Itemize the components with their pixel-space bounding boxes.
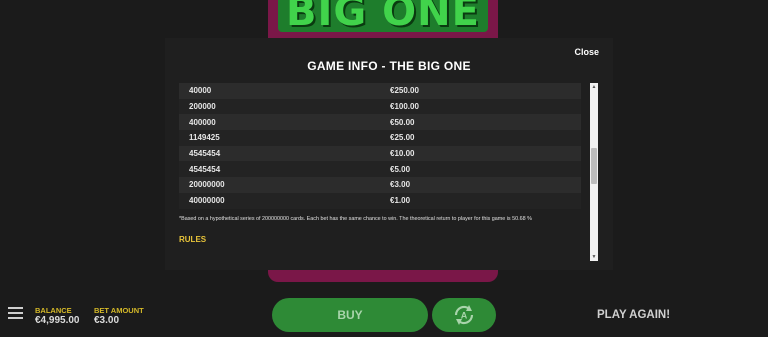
prize-amount-cell: €3.00: [390, 180, 411, 190]
scroll-thumb[interactable]: [591, 147, 597, 184]
prize-amount-cell: €10.00: [390, 149, 415, 159]
autoplay-icon: A: [454, 305, 474, 325]
balance-value: €4,995.00: [35, 315, 80, 326]
prize-amount-cell: €25.00: [390, 133, 415, 143]
prize-amount-cell: €50.00: [390, 117, 415, 127]
play-again-button[interactable]: PLAY AGAIN!: [597, 309, 670, 321]
prize-table-row: 200000 €100.00: [179, 98, 581, 115]
game-info-modal: Close GAME INFO - THE BIG ONE 40000 €250.…: [165, 38, 613, 270]
buy-button[interactable]: BUY: [272, 298, 428, 332]
prize-count-cell: 4545454: [189, 149, 221, 159]
prize-count-cell: 40000: [189, 86, 212, 96]
hamburger-menu-icon[interactable]: [8, 307, 23, 319]
prize-table-row: 40000000 €1.00: [179, 192, 581, 209]
scroll-up-arrow-icon[interactable]: ▲: [590, 83, 598, 91]
scroll-down-arrow-icon[interactable]: ▼: [590, 253, 598, 261]
autoplay-button[interactable]: A: [432, 298, 496, 332]
prize-count-cell: 200000: [189, 102, 216, 112]
prize-table-row: 1149425 €25.00: [179, 130, 581, 146]
prize-table-row: 20000000 €3.00: [179, 177, 581, 193]
prize-count-cell: 20000000: [189, 180, 225, 190]
game-logo: BIG ONE: [278, 0, 488, 32]
svg-text:A: A: [461, 311, 468, 321]
prize-table-row: 4545454 €10.00: [179, 145, 581, 162]
prize-count-cell: 40000000: [189, 196, 225, 206]
prize-count-cell: 1149425: [189, 133, 220, 143]
rtp-footnote: *Based on a hypothetical series of 20000…: [179, 215, 532, 222]
scrollbar[interactable]: ▲ ▼: [590, 83, 598, 261]
prize-table-row: 40000 €250.00: [179, 83, 581, 99]
prize-table: 40000 €250.00 200000 €100.00 400000 €50.00 114…: [179, 83, 581, 209]
prize-count-cell: 400000: [189, 117, 216, 127]
modal-title: GAME INFO - THE BIG ONE: [307, 59, 471, 73]
rules-heading: RULES: [179, 234, 207, 244]
prize-amount-cell: €5.00: [390, 164, 411, 174]
prize-amount-cell: €250.00: [390, 86, 419, 96]
prize-amount-cell: €1.00: [390, 196, 411, 206]
prize-count-cell: 4545454: [189, 164, 221, 174]
prize-table-row: 400000 €50.00: [179, 114, 581, 131]
prize-amount-cell: €100.00: [390, 102, 419, 112]
balance-label: BALANCE: [35, 306, 72, 315]
close-button[interactable]: Close: [574, 47, 599, 57]
bet-amount-value[interactable]: €3.00: [94, 315, 119, 326]
bet-amount-label: BET AMOUNT: [94, 306, 144, 315]
prize-table-row: 4545454 €5.00: [179, 161, 581, 178]
game-info-content[interactable]: 40000 €250.00 200000 €100.00 400000 €50.00 114…: [179, 83, 581, 261]
